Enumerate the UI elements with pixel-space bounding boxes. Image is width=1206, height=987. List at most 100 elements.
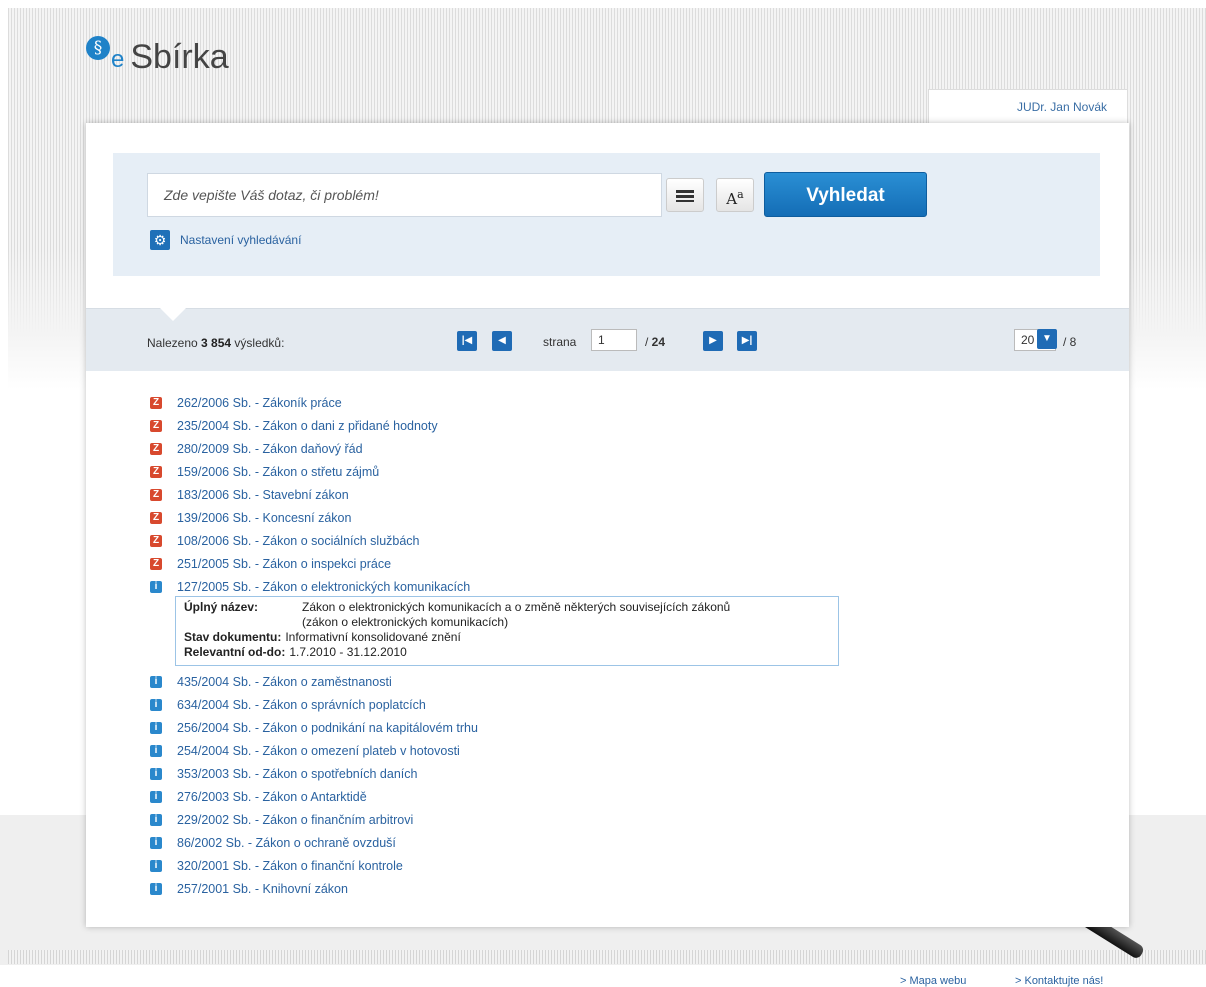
status-label: Stav dokumentu:: [184, 630, 282, 644]
main-panel: Zde vepište Váš dotaz, či problém! Aa Vy…: [86, 123, 1129, 927]
list-item[interactable]: i 229/2002 Sb. - Zákon o finančním arbitr…: [150, 808, 1050, 831]
info-icon: i: [150, 675, 162, 688]
info-icon: i: [150, 767, 162, 780]
results-count: Nalezeno 3 854 výsledků:: [147, 336, 284, 350]
per-page-total-value: 8: [1069, 335, 1077, 349]
results-notch: [158, 306, 188, 321]
paragraph-icon: §: [86, 36, 110, 60]
list-item[interactable]: i 320/2001 Sb. - Zákon o finanční kontrol…: [150, 854, 1050, 877]
font-size-button[interactable]: Aa: [716, 178, 754, 212]
info-icon: i: [150, 859, 162, 872]
search-input[interactable]: Zde vepište Váš dotaz, či problém!: [147, 173, 662, 217]
search-settings[interactable]: ⚙ Nastavení vyhledávání: [150, 230, 301, 250]
result-link[interactable]: 235/2004 Sb. - Zákon o dani z přidané ho…: [177, 419, 438, 433]
list-item[interactable]: Z 280/2009 Sb. - Zákon daňový řád: [150, 437, 1050, 460]
info-icon: i: [150, 882, 162, 895]
page-label: strana: [543, 335, 577, 349]
result-link[interactable]: 634/2004 Sb. - Zákon o správních poplatc…: [177, 698, 426, 712]
chevron-down-icon[interactable]: ▼: [1037, 329, 1057, 349]
logo-text: Sbírka: [130, 38, 229, 76]
result-link[interactable]: 257/2001 Sb. - Knihovní zákon: [177, 882, 348, 896]
document-detail-tooltip: Úplný název: Zákon o elektronických komun…: [175, 596, 839, 666]
info-icon: i: [150, 790, 162, 803]
status-value: Informativní konsolidované znění: [285, 630, 461, 644]
relevance-label: Relevantní od-do:: [184, 645, 286, 659]
list-view-button[interactable]: [666, 178, 704, 212]
result-link[interactable]: 262/2006 Sb. - Zákoník práce: [177, 396, 342, 410]
font-size-icon: Aa: [726, 188, 744, 208]
result-link[interactable]: 353/2003 Sb. - Zákon o spotřebních daníc…: [177, 767, 417, 781]
list-item[interactable]: i 634/2004 Sb. - Zákon o správních poplat…: [150, 693, 1050, 716]
info-icon: i: [150, 744, 162, 757]
list-item[interactable]: Z 139/2006 Sb. - Koncesní zákon: [150, 506, 1050, 529]
first-page-button[interactable]: |◀: [457, 331, 477, 351]
bottom-stripes: [8, 950, 1206, 964]
info-icon: i: [150, 721, 162, 734]
law-icon: Z: [150, 534, 162, 547]
list-icon: [676, 190, 694, 202]
list-item[interactable]: i 435/2004 Sb. - Zákon o zaměstnanosti: [150, 670, 1050, 693]
list-item[interactable]: Z 108/2006 Sb. - Zákon o sociálních služb…: [150, 529, 1050, 552]
list-item[interactable]: i 127/2005 Sb. - Zákon o elektronických k…: [150, 575, 1050, 598]
result-link[interactable]: 254/2004 Sb. - Zákon o omezení plateb v …: [177, 744, 460, 758]
result-link[interactable]: 256/2004 Sb. - Zákon o podnikání na kapi…: [177, 721, 478, 735]
logo[interactable]: § e Sbírka: [86, 36, 229, 76]
info-icon: i: [150, 836, 162, 849]
law-icon: Z: [150, 557, 162, 570]
page-total-value: 24: [651, 335, 666, 349]
result-link[interactable]: 139/2006 Sb. - Koncesní zákon: [177, 511, 351, 525]
info-icon: i: [150, 813, 162, 826]
list-item[interactable]: Z 251/2005 Sb. - Zákon o inspekci práce: [150, 552, 1050, 575]
full-name-value: Zákon o elektronických komunikacích a o …: [302, 600, 730, 630]
law-icon: Z: [150, 511, 162, 524]
info-icon: i: [150, 580, 162, 593]
next-page-button[interactable]: ▶: [703, 331, 723, 351]
law-icon: Z: [150, 396, 162, 409]
search-box: Zde vepište Váš dotaz, či problém! Aa Vy…: [113, 153, 1100, 276]
law-icon: Z: [150, 442, 162, 455]
law-icon: Z: [150, 488, 162, 501]
result-link[interactable]: 251/2005 Sb. - Zákon o inspekci práce: [177, 557, 391, 571]
list-item[interactable]: i 254/2004 Sb. - Zákon o omezení plateb v…: [150, 739, 1050, 762]
search-settings-link[interactable]: Nastavení vyhledávání: [180, 233, 301, 247]
full-name-line2: (zákon o elektronických komunikacích): [302, 615, 509, 629]
list-item[interactable]: Z 183/2006 Sb. - Stavební zákon: [150, 483, 1050, 506]
result-link[interactable]: 86/2002 Sb. - Zákon o ochraně ovzduší: [177, 836, 396, 850]
list-item[interactable]: i 257/2001 Sb. - Knihovní zákon: [150, 877, 1050, 900]
full-name-line1: Zákon o elektronických komunikacích a o …: [302, 600, 731, 614]
user-tab[interactable]: JUDr. Jan Novák: [928, 89, 1128, 123]
last-page-button[interactable]: ▶|: [737, 331, 757, 351]
list-item[interactable]: i 256/2004 Sb. - Zákon o podnikání na kap…: [150, 716, 1050, 739]
list-item[interactable]: Z 235/2004 Sb. - Zákon o dani z přidané h…: [150, 414, 1050, 437]
list-item[interactable]: i 276/2003 Sb. - Zákon o Antarktidě: [150, 785, 1050, 808]
list-item[interactable]: Z 262/2006 Sb. - Zákoník práce: [150, 391, 1050, 414]
info-icon: i: [150, 698, 162, 711]
full-name-label: Úplný název:: [184, 600, 259, 614]
sitemap-link[interactable]: > Mapa webu: [900, 975, 966, 987]
law-icon: Z: [150, 465, 162, 478]
logo-e: e: [111, 46, 125, 73]
found-label: Nalezeno: [147, 336, 198, 350]
result-link[interactable]: 229/2002 Sb. - Zákon o finančním arbitro…: [177, 813, 413, 827]
list-item[interactable]: i 353/2003 Sb. - Zákon o spotřebních daní…: [150, 762, 1050, 785]
prev-page-button[interactable]: ◀: [492, 331, 512, 351]
result-link[interactable]: 108/2006 Sb. - Zákon o sociálních službá…: [177, 534, 420, 548]
found-count: 3 854: [201, 336, 232, 350]
gear-icon[interactable]: ⚙: [150, 230, 170, 250]
result-link[interactable]: 183/2006 Sb. - Stavební zákon: [177, 488, 349, 502]
list-item[interactable]: i 86/2002 Sb. - Zákon o ochraně ovzduší: [150, 831, 1050, 854]
contact-link[interactable]: > Kontaktujte nás!: [1015, 975, 1103, 987]
result-link[interactable]: 320/2001 Sb. - Zákon o finanční kontrole: [177, 859, 403, 873]
result-link[interactable]: 127/2005 Sb. - Zákon o elektronických ko…: [177, 580, 470, 594]
search-button[interactable]: Vyhledat: [764, 172, 927, 217]
result-link[interactable]: 280/2009 Sb. - Zákon daňový řád: [177, 442, 363, 456]
law-icon: Z: [150, 419, 162, 432]
relevance-value: 1.7.2010 - 31.12.2010: [289, 645, 407, 659]
page-input[interactable]: 1: [591, 329, 637, 351]
list-item[interactable]: Z 159/2006 Sb. - Zákon o střetu zájmů: [150, 460, 1050, 483]
result-link[interactable]: 159/2006 Sb. - Zákon o střetu zájmů: [177, 465, 379, 479]
results-bar: Nalezeno 3 854 výsledků: |◀ ◀ strana 1 /…: [86, 308, 1129, 371]
per-page-total: / 8: [1063, 335, 1077, 349]
result-link[interactable]: 276/2003 Sb. - Zákon o Antarktidě: [177, 790, 367, 804]
result-link[interactable]: 435/2004 Sb. - Zákon o zaměstnanosti: [177, 675, 392, 689]
